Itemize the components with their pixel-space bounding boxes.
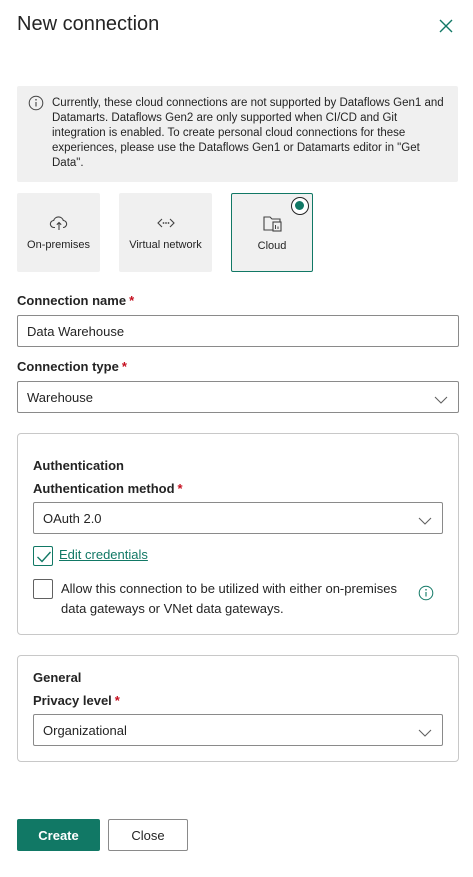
dropdown-value: Warehouse (27, 390, 93, 405)
info-icon[interactable] (418, 585, 434, 601)
allow-gateways-label: Allow this connection to be utilized wit… (61, 581, 398, 616)
required-mark: * (114, 693, 120, 708)
required-mark: * (129, 293, 135, 308)
allow-gateways-checkbox[interactable] (33, 579, 53, 599)
info-message: Currently, these cloud connections are n… (52, 97, 444, 169)
dropdown-value: Organizational (43, 723, 127, 738)
required-mark: * (121, 359, 127, 374)
dropdown-value: OAuth 2.0 (43, 511, 102, 526)
connection-name-input[interactable] (17, 315, 459, 347)
dialog-title: New connection (17, 13, 160, 35)
close-button[interactable]: Close (108, 819, 188, 851)
info-banner: Currently, these cloud connections are n… (17, 86, 458, 182)
connection-type-dropdown[interactable]: Warehouse (17, 381, 459, 413)
connection-type-on-premises[interactable]: On-premises (17, 193, 100, 272)
connection-type-cloud[interactable]: Cloud (231, 193, 313, 272)
general-heading: General (33, 670, 82, 685)
required-mark: * (177, 481, 183, 496)
edit-credentials-link[interactable]: Edit credentials (59, 547, 148, 562)
connection-name-label: Connection name * (17, 293, 135, 308)
virtual-network-icon (156, 213, 176, 233)
selected-radio-icon (291, 197, 309, 215)
cloud-files-icon (262, 212, 282, 232)
info-icon (28, 95, 44, 111)
connection-type-virtual-network[interactable]: Virtual network (119, 193, 212, 272)
connection-type-label: Connection type * (17, 359, 127, 374)
authentication-method-label: Authentication method * (33, 481, 183, 496)
card-label: Cloud (257, 240, 287, 252)
close-icon[interactable] (436, 16, 456, 36)
chevron-down-icon (418, 513, 432, 525)
create-button[interactable]: Create (17, 819, 100, 851)
cloud-upload-icon (49, 213, 69, 233)
authentication-method-dropdown[interactable]: OAuth 2.0 (33, 502, 443, 534)
chevron-down-icon (434, 392, 448, 404)
checkmark-icon (37, 551, 52, 563)
card-label: Virtual network (129, 239, 202, 251)
general-section: General Privacy level * Organizational (17, 655, 459, 762)
authentication-section: Authentication Authentication method * OA… (17, 433, 459, 635)
edit-credentials-checkbox[interactable] (33, 546, 53, 566)
privacy-level-dropdown[interactable]: Organizational (33, 714, 443, 746)
chevron-down-icon (418, 725, 432, 737)
privacy-level-label: Privacy level * (33, 693, 120, 708)
card-label: On-premises (27, 239, 90, 251)
authentication-heading: Authentication (33, 458, 124, 473)
